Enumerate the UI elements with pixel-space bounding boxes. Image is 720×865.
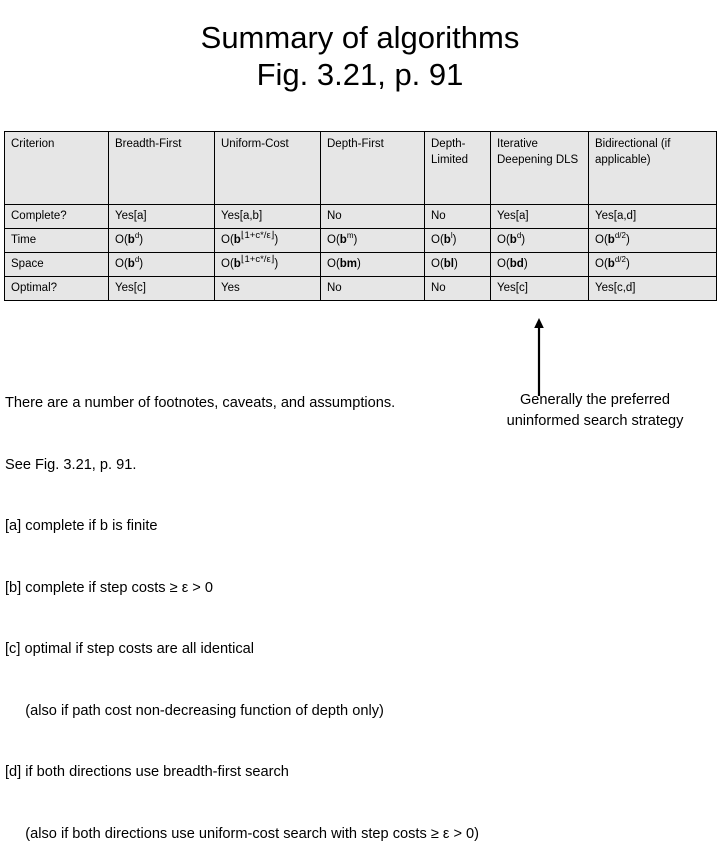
cell-time-bidir: O(bd/2) xyxy=(588,228,717,253)
cell-optimal-bidir: Yes[c,d] xyxy=(588,276,717,301)
cell-time-dfs: O(bm) xyxy=(320,228,425,253)
table-row: Time O(bd) O(b⌊1+c*/ε⌋) O(bm) O(bl) O(bd… xyxy=(4,228,717,253)
cell-space-bfs: O(bd) xyxy=(108,252,215,277)
footnote-line-c: [c] optimal if step costs are all identi… xyxy=(5,641,255,657)
footnote-line-d-sub: (also if both directions use uniform-cos… xyxy=(5,825,480,842)
cell-complete-dfs: No xyxy=(320,204,425,229)
cell-complete-bfs: Yes[a] xyxy=(108,204,215,229)
cell-criterion: Space xyxy=(4,252,109,277)
cell-time-bfs: O(bd) xyxy=(108,228,215,253)
callout-line-1: Generally the preferred xyxy=(519,392,671,408)
cell-optimal-ids: Yes[c] xyxy=(490,276,589,301)
cell-space-dfs: O(bm) xyxy=(320,252,425,277)
column-header-uniform-cost: Uniform-Cost xyxy=(214,131,321,205)
cell-optimal-bfs: Yes[c] xyxy=(108,276,215,301)
cell-time-ids: O(bd) xyxy=(490,228,589,253)
algorithm-summary-table: Criterion Breadth-First Uniform-Cost Dep… xyxy=(4,131,717,301)
cell-space-ids: O(bd) xyxy=(490,252,589,277)
footnotes-block: There are a number of footnotes, caveats… xyxy=(5,352,485,865)
callout-annotation: Generally the preferred uninformed searc… xyxy=(470,390,720,431)
callout-line-2: uninformed search strategy xyxy=(506,412,684,429)
footnote-line-b: [b] complete if step costs ≥ ε > 0 xyxy=(5,579,213,596)
cell-complete-dls: No xyxy=(424,204,491,229)
footnote-line: There are a number of footnotes, caveats… xyxy=(5,395,396,411)
cell-space-dls: O(bl) xyxy=(424,252,491,277)
column-header-breadth-first: Breadth-First xyxy=(108,131,215,205)
cell-complete-ucs: Yes[a,b] xyxy=(214,204,321,229)
column-header-bidirectional: Bidirectional (if applicable) xyxy=(588,131,717,205)
title-line-1: Summary of algorithms xyxy=(200,20,520,55)
column-header-depth-limited: Depth-Limited xyxy=(424,131,491,205)
cell-criterion: Complete? xyxy=(4,204,109,229)
footnote-line: See Fig. 3.21, p. 91. xyxy=(5,456,137,473)
cell-space-bidir: O(bd/2) xyxy=(588,252,717,277)
column-header-depth-first: Depth-First xyxy=(320,131,425,205)
cell-time-dls: O(bl) xyxy=(424,228,491,253)
table-row: Complete? Yes[a] Yes[a,b] No No Yes[a] Y… xyxy=(4,204,717,229)
slide-title: Summary of algorithms Fig. 3.21, p. 91 xyxy=(0,20,720,93)
cell-criterion: Time xyxy=(4,228,109,253)
title-line-2: Fig. 3.21, p. 91 xyxy=(256,56,464,92)
column-header-iterative-deepening: Iterative Deepening DLS xyxy=(490,131,589,205)
cell-optimal-dfs: No xyxy=(320,276,425,301)
cell-complete-bidir: Yes[a,d] xyxy=(588,204,717,229)
cell-optimal-ucs: Yes xyxy=(214,276,321,301)
footnote-line-c-sub: (also if path cost non-decreasing functi… xyxy=(5,702,384,719)
cell-optimal-dls: No xyxy=(424,276,491,301)
cell-space-ucs: O(b⌊1+c*/ε⌋) xyxy=(214,252,321,277)
callout-arrow-icon xyxy=(534,318,544,396)
table-row: Space O(bd) O(b⌊1+c*/ε⌋) O(bm) O(bl) O(b… xyxy=(4,252,717,277)
footnote-line-d: [d] if both directions use breadth-first… xyxy=(5,764,289,780)
cell-time-ucs: O(b⌊1+c*/ε⌋) xyxy=(214,228,321,253)
column-header-criterion: Criterion xyxy=(4,131,109,205)
cell-complete-ids: Yes[a] xyxy=(490,204,589,229)
table-row: Optimal? Yes[c] Yes No No Yes[c] Yes[c,d… xyxy=(4,276,717,301)
footnote-line-a: [a] complete if b is finite xyxy=(5,518,158,534)
cell-criterion: Optimal? xyxy=(4,276,109,301)
table-header-row: Criterion Breadth-First Uniform-Cost Dep… xyxy=(4,131,717,205)
